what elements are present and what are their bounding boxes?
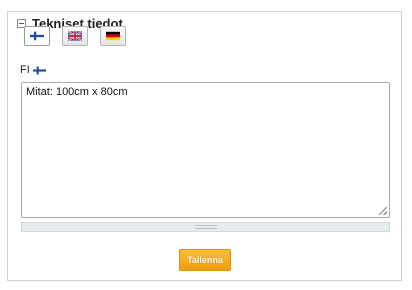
- editor-language-label: FI: [20, 64, 46, 76]
- technical-details-textarea[interactable]: Mitat: 100cm x 80cm: [21, 82, 390, 218]
- editor-container: Mitat: 100cm x 80cm: [21, 82, 390, 218]
- finland-flag-icon: [32, 66, 46, 74]
- uk-flag-icon: [68, 31, 82, 41]
- drag-handle-icon: [194, 225, 217, 229]
- lang-button-en[interactable]: [62, 26, 88, 46]
- lang-button-fi[interactable]: [24, 26, 50, 46]
- lang-button-de[interactable]: [100, 26, 126, 46]
- finland-flag-icon: [30, 31, 44, 41]
- language-code: FI: [20, 64, 30, 76]
- resize-splitter[interactable]: [21, 222, 390, 232]
- germany-flag-icon: [106, 31, 120, 41]
- language-switcher: [24, 26, 126, 46]
- save-button[interactable]: Tallenna: [179, 249, 231, 271]
